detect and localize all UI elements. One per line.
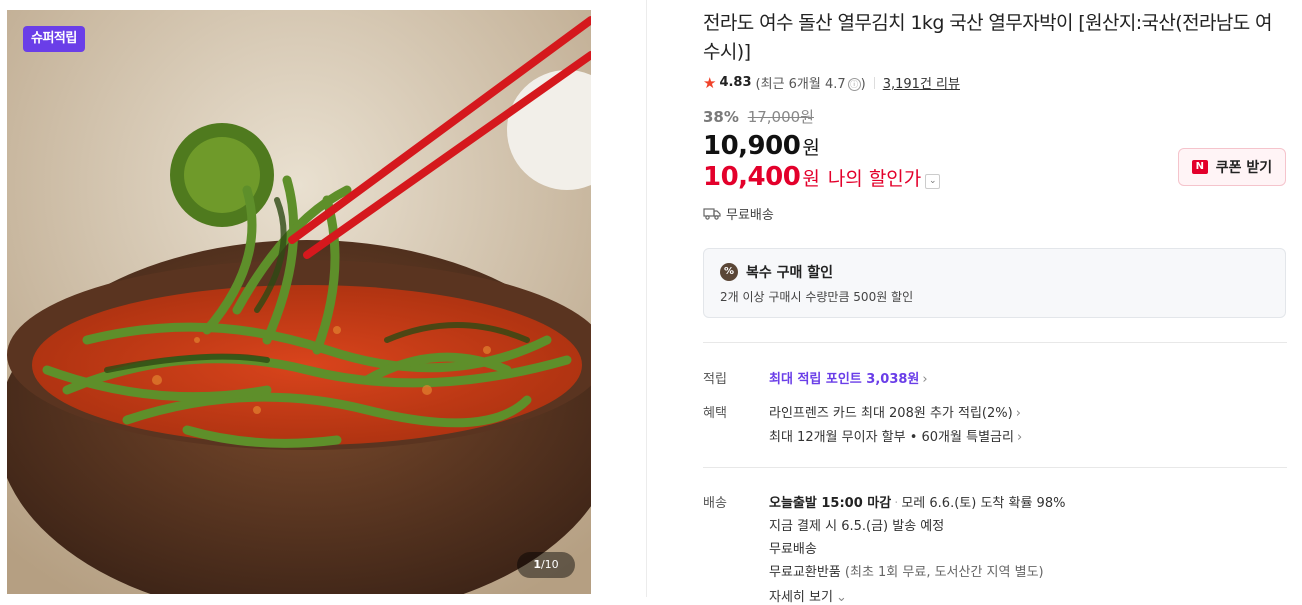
benefit-card-link[interactable]: 라인프렌즈 카드 최대 208원 추가 적립(2%) › (769, 402, 1021, 421)
free-shipping-label: 무료배송 (726, 208, 774, 223)
product-title: 전라도 여수 돌산 열무김치 1kg 국산 열무자박이 [원산지:국산(전라남도… (703, 12, 1273, 63)
chevron-right-icon: › (922, 372, 928, 387)
delivery-arrival: 모레 6.6.(토) 도착 확률 98% (901, 496, 1066, 511)
star-icon: ★ (703, 73, 717, 92)
recent-rating-text: (최근 6개월 4.7 (755, 77, 846, 92)
my-discount-price: 10,400 (703, 162, 801, 192)
benefit-line-1: 라인프렌즈 카드 최대 208원 추가 적립(2%) (769, 406, 1013, 421)
multi-purchase-title: 복수 구매 할인 (746, 265, 834, 281)
original-price: 17,000원 (747, 108, 814, 126)
points-link[interactable]: 최대 적립 포인트 3,038원 › (769, 368, 928, 387)
multi-purchase-title-row: % 복수 구매 할인 (720, 262, 1269, 282)
review-count-link[interactable]: 3,191건 리뷰 (883, 73, 960, 92)
sale-price-unit: 원 (802, 137, 820, 159)
rating-row: ★ 4.83 (최근 6개월 4.7 ⓘ) 3,191건 리뷰 (703, 73, 960, 93)
kimchi-photo (7, 10, 591, 594)
delivery-today-row: 오늘출발 15:00 마감 · 모레 6.6.(토) 도착 확률 98% (769, 492, 1065, 511)
truck-icon (703, 208, 721, 220)
price-row: 10,900 원 (703, 131, 820, 161)
delivery-ship-date: 지금 결제 시 6.5.(금) 발송 예정 (769, 519, 945, 534)
super-points-badge: 슈퍼적립 (23, 26, 85, 52)
percent-icon: % (720, 263, 738, 281)
my-discount-price-unit: 원 (802, 168, 820, 190)
benefit-line-2: 최대 12개월 무이자 할부 • 60개월 특별금리 (769, 430, 1014, 445)
divider (703, 342, 1287, 343)
image-counter-total: /10 (540, 558, 559, 571)
delivery-free: 무료배송 (769, 542, 817, 557)
benefit-label: 혜택 (703, 406, 727, 421)
delivery-label: 배송 (703, 496, 727, 511)
recent-rating: (최근 6개월 4.7 ⓘ) (756, 73, 866, 92)
discount-row: 38% 17,000원 (703, 106, 814, 127)
points-value: 최대 적립 포인트 3,038원 (769, 372, 920, 387)
rating-score: 4.83 (719, 75, 752, 90)
multi-purchase-description: 2개 이상 구매시 수량만큼 500원 할인 (720, 290, 914, 304)
image-counter-current: 1 (533, 558, 541, 571)
benefit-installment-link[interactable]: 최대 12개월 무이자 할부 • 60개월 특별금리 › (769, 426, 1022, 445)
multi-purchase-discount-box: % 복수 구매 할인 2개 이상 구매시 수량만큼 500원 할인 (703, 248, 1286, 318)
discount-rate: 38% (703, 108, 739, 126)
my-discount-label: 나의 할인가 (827, 168, 922, 190)
delivery-return-row: 무료교환반품 (최초 1회 무료, 도서산간 지역 별도) (769, 561, 1044, 580)
coupon-button-label: 쿠폰 받기 (1215, 160, 1273, 176)
points-label: 적립 (703, 372, 727, 387)
delivery-more-link[interactable]: 자세히 보기 ⌄ (769, 586, 847, 605)
chevron-down-icon[interactable]: ⌄ (925, 174, 941, 189)
sale-price: 10,900 (703, 131, 801, 161)
delivery-return-note: (최초 1회 무료, 도서산간 지역 별도) (844, 565, 1044, 580)
chevron-down-icon: ⌄ (835, 590, 847, 605)
delivery-return: 무료교환반품 (769, 565, 841, 580)
my-price-row[interactable]: 10,400 원 나의 할인가 ⌄ (703, 162, 941, 192)
chevron-right-icon: › (1015, 406, 1021, 421)
info-icon[interactable]: ⓘ (847, 78, 861, 91)
image-counter: 1/10 (517, 552, 575, 578)
separator (873, 76, 875, 89)
coupon-icon: N (1191, 160, 1208, 174)
divider (703, 467, 1287, 468)
dot-separator: · (894, 496, 899, 511)
recent-rating-close: ) (860, 77, 866, 92)
free-shipping-row: 무료배송 (703, 204, 774, 223)
coupon-button[interactable]: N 쿠폰 받기 (1178, 148, 1286, 186)
column-divider (646, 0, 647, 597)
delivery-today: 오늘출발 15:00 마감 (769, 496, 892, 511)
chevron-right-icon: › (1016, 430, 1023, 445)
product-image[interactable]: 슈퍼적립 1/10 (7, 10, 591, 594)
delivery-more: 자세히 보기 (769, 590, 833, 605)
